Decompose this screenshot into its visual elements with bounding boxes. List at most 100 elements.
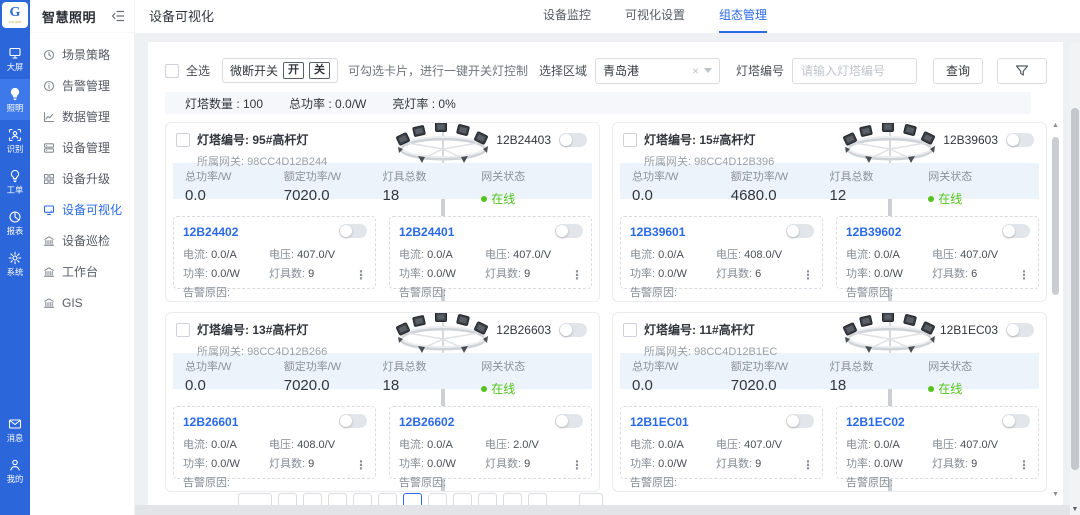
menu-fold-icon[interactable] (111, 9, 125, 23)
branch-switch-toggle[interactable] (1002, 224, 1030, 238)
pagination-page-button[interactable] (503, 493, 522, 505)
more-menu-icon[interactable]: ⋮ (1018, 268, 1030, 282)
pagination-page-button[interactable] (353, 493, 372, 505)
branch-power: 功率: 0.0/W (399, 455, 485, 471)
select-all-checkbox[interactable] (165, 64, 179, 78)
pagination-page-button[interactable] (528, 493, 547, 505)
branch-switch-toggle[interactable] (1002, 414, 1030, 428)
pagination-page-button[interactable] (303, 493, 322, 505)
more-menu-icon[interactable]: ⋮ (571, 458, 583, 472)
branch-switch-toggle[interactable] (555, 414, 583, 428)
card-checkbox[interactable] (176, 133, 190, 147)
breaker-off-button[interactable]: 关 (309, 62, 330, 79)
tower-switch-toggle[interactable] (1006, 323, 1034, 337)
branch-id-link[interactable]: 12B1EC01 (630, 415, 689, 429)
tab-visual-settings[interactable]: 可视化设置 (625, 0, 685, 33)
sidebar-item-device-upgrade[interactable]: 设备升级 (30, 163, 134, 194)
more-menu-icon[interactable]: ⋮ (802, 458, 814, 472)
tower-switch-toggle[interactable] (1006, 133, 1034, 147)
branch-id-link[interactable]: 12B24402 (183, 225, 238, 239)
rail-item-mine[interactable]: 我的 (0, 450, 30, 491)
branch-id-link[interactable]: 12B26601 (183, 415, 238, 429)
tower-title: 灯塔编号: 15#高杆灯 (644, 131, 774, 148)
breaker-on-button[interactable]: 开 (283, 62, 304, 79)
more-menu-icon[interactable]: ⋮ (1018, 458, 1030, 472)
tower-switch-toggle[interactable] (559, 323, 587, 337)
lamp-total-value: 18 (383, 377, 482, 394)
window-scrollbar[interactable]: ▼ (1070, 42, 1080, 515)
clear-icon[interactable]: × (692, 64, 699, 78)
tower-switch-toggle[interactable] (559, 133, 587, 147)
filter-hint: 可勾选卡片，进行一键开关灯控制 (348, 62, 528, 79)
more-menu-icon[interactable]: ⋮ (571, 268, 583, 282)
sidebar-item-workbench[interactable]: 工作台 (30, 256, 134, 287)
pagination-prev-button[interactable] (238, 493, 272, 505)
branch-switch-toggle[interactable] (786, 414, 814, 428)
branch-switch-toggle[interactable] (786, 224, 814, 238)
filter-funnel-button[interactable] (997, 58, 1047, 84)
cards-scrollbar[interactable]: ▲ ▼ (1051, 122, 1060, 505)
pagination-next-button[interactable] (579, 493, 603, 505)
sidebar-item-scene-strategy[interactable]: 场景策略 (30, 39, 134, 70)
branch-switch-toggle[interactable] (339, 414, 367, 428)
branch-id-link[interactable]: 12B39601 (630, 225, 685, 239)
rail-item-system[interactable]: 系统 (0, 243, 30, 284)
tower-no-input[interactable] (792, 58, 917, 84)
online-dot-icon (928, 196, 934, 202)
pagination-page-button[interactable] (403, 493, 422, 505)
rail-item-lighting[interactable]: 照明 (0, 79, 30, 120)
grid-icon (43, 173, 55, 185)
pagination-page-button[interactable] (428, 493, 447, 505)
sidebar-item-label: 设备可视化 (62, 201, 122, 218)
branch-current: 电流: 0.0/A (846, 246, 932, 262)
pagination-page-button[interactable] (278, 493, 297, 505)
server-icon (43, 142, 55, 154)
tab-device-monitor[interactable]: 设备监控 (543, 0, 591, 33)
rail-item-label: 消息 (7, 434, 24, 442)
gateway-status: 在线 (928, 190, 1027, 207)
branch-id-link[interactable]: 12B39602 (846, 225, 901, 239)
sidebar-item-gis[interactable]: GIS (30, 287, 134, 318)
window-scrollbar-thumb[interactable] (1071, 108, 1079, 470)
more-menu-icon[interactable]: ⋮ (802, 268, 814, 282)
pagination-page-button[interactable] (478, 493, 497, 505)
app-logo[interactable]: GGUI-SMT (2, 2, 28, 28)
branch-switch-toggle[interactable] (555, 224, 583, 238)
rail-item-report[interactable]: 报表 (0, 202, 30, 243)
rail-item-recognition[interactable]: 识别 (0, 120, 30, 161)
card-checkbox[interactable] (176, 323, 190, 337)
rail-item-work-order[interactable]: 工单 (0, 161, 30, 202)
scroll-down-icon[interactable]: ▼ (1051, 491, 1060, 499)
window-scroll-down-icon[interactable]: ▼ (1070, 506, 1080, 513)
branch-id-link[interactable]: 12B26602 (399, 415, 454, 429)
rail-item-big-screen[interactable]: 大屏 (0, 38, 30, 79)
branch-id-link[interactable]: 12B1EC02 (846, 415, 905, 429)
sidebar-item-device-visual[interactable]: 设备可视化 (30, 194, 134, 225)
card-checkbox[interactable] (623, 323, 637, 337)
gateway-status: 在线 (928, 380, 1027, 397)
branch-id-link[interactable]: 12B24401 (399, 225, 454, 239)
pagination-page-button[interactable] (378, 493, 397, 505)
lamp-total-value: 18 (383, 187, 482, 204)
sidebar: 智慧照明 场景策略告警管理数据管理设备管理设备升级设备可视化设备巡检工作台GIS (30, 0, 135, 515)
branch-switch-toggle[interactable] (339, 224, 367, 238)
more-menu-icon[interactable]: ⋮ (355, 268, 367, 282)
sidebar-item-device-mgmt[interactable]: 设备管理 (30, 132, 134, 163)
more-menu-icon[interactable]: ⋮ (355, 458, 367, 472)
scrollbar-thumb[interactable] (1052, 137, 1059, 295)
sidebar-item-label: 数据管理 (62, 108, 110, 125)
card-checkbox[interactable] (623, 133, 637, 147)
sidebar-item-alarm-mgmt[interactable]: 告警管理 (30, 70, 134, 101)
gear-icon (8, 251, 22, 265)
search-button[interactable]: 查询 (933, 58, 983, 84)
page-title: 设备可视化 (149, 0, 214, 33)
sidebar-item-device-inspect[interactable]: 设备巡检 (30, 225, 134, 256)
rail-item-message[interactable]: 消息 (0, 409, 30, 450)
pagination-page-button[interactable] (453, 493, 472, 505)
pie-chart-icon (8, 210, 22, 224)
sidebar-item-data-mgmt[interactable]: 数据管理 (30, 101, 134, 132)
scroll-up-icon[interactable]: ▲ (1051, 122, 1060, 130)
pagination-page-button[interactable] (328, 493, 347, 505)
region-select[interactable]: 青岛港 × (595, 58, 720, 84)
tab-config-mgmt[interactable]: 组态管理 (719, 0, 767, 33)
